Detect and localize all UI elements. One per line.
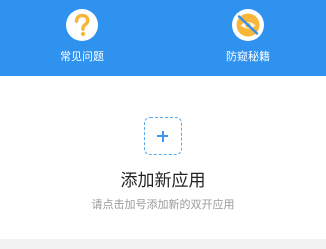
question-icon [65, 8, 99, 42]
add-app-area: 添加新应用 请点击加号添加新的双开应用 [0, 76, 326, 239]
faq-shortcut[interactable]: 常见问题 [22, 8, 142, 72]
add-app-button[interactable] [144, 117, 182, 155]
anti-peep-tips-label: 防窥秘籍 [226, 50, 270, 63]
app-screen: 常见问题 防窥秘籍 添加新应用 请点击加号添加新的双开应用 [0, 0, 326, 249]
bottom-divider [0, 239, 326, 249]
faq-label: 常见问题 [60, 50, 104, 63]
add-app-hint: 请点击加号添加新的双开应用 [91, 198, 235, 211]
anti-peep-icon [231, 8, 265, 42]
header-bar: 常见问题 防窥秘籍 [0, 0, 326, 76]
add-app-title: 添加新应用 [120, 171, 206, 191]
anti-peep-tips-shortcut[interactable]: 防窥秘籍 [188, 8, 308, 72]
